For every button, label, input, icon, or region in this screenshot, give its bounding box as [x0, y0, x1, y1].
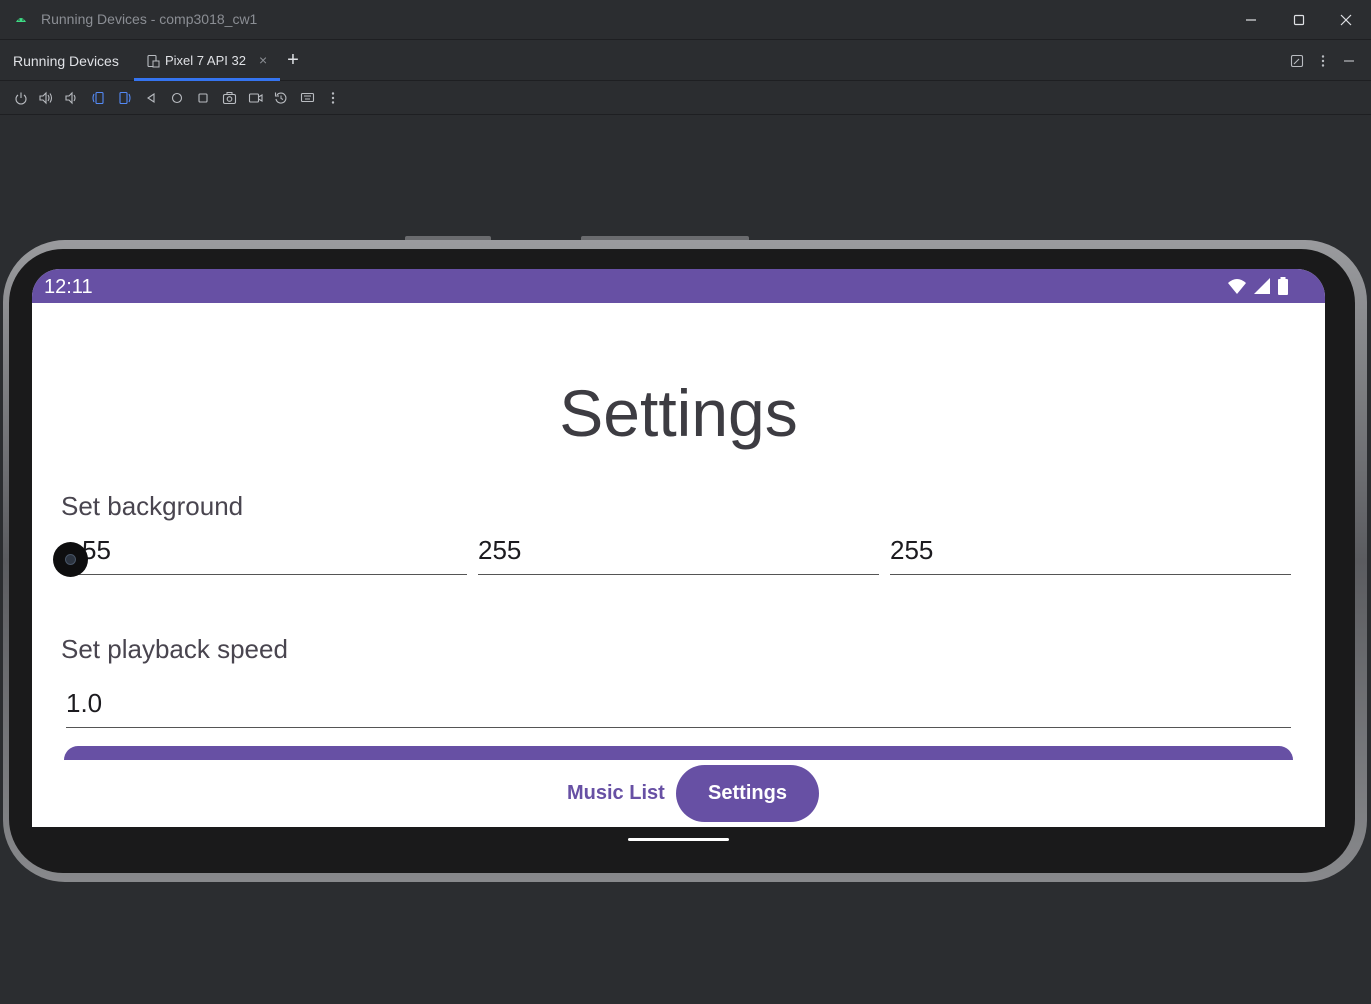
add-device-icon[interactable]: +: [284, 49, 302, 71]
overview-icon[interactable]: [195, 90, 211, 106]
battery-icon: [1278, 277, 1288, 295]
power-icon[interactable]: [13, 90, 29, 106]
close-icon: [1340, 14, 1352, 26]
status-clock: 12:11: [44, 276, 93, 298]
screenshot-icon[interactable]: [221, 90, 237, 106]
home-icon[interactable]: [169, 90, 185, 106]
nav-settings-label: Settings: [708, 782, 787, 804]
nav-settings[interactable]: Settings: [676, 765, 819, 822]
window-title: Running Devices - comp3018_cw1: [41, 11, 258, 27]
more-options-icon[interactable]: [1313, 51, 1333, 71]
reset-icon[interactable]: [273, 90, 289, 106]
status-bar: 12:11: [32, 269, 1325, 303]
page-title: Settings: [559, 376, 798, 450]
hide-panel-icon[interactable]: [1339, 51, 1359, 71]
android-studio-icon: [16, 18, 26, 22]
back-icon[interactable]: [143, 90, 159, 106]
maximize-button[interactable]: [1287, 8, 1311, 32]
camera-cutout: [53, 542, 88, 577]
blue-input[interactable]: 255: [890, 535, 1291, 575]
gesture-handle[interactable]: [628, 838, 729, 841]
device-more-icon[interactable]: [325, 90, 341, 106]
minimize-button[interactable]: [1239, 8, 1263, 32]
background-label: Set background: [61, 491, 244, 521]
tool-window-title: Running Devices: [13, 53, 119, 69]
window-title-bar: Running Devices - comp3018_cw1: [0, 0, 1371, 40]
tool-window-header: Running Devices Pixel 7 API 32 × +: [0, 41, 1371, 81]
wifi-icon: [1228, 279, 1246, 294]
rotate-right-icon[interactable]: [117, 90, 133, 106]
green-input[interactable]: 255: [478, 535, 879, 575]
signal-icon: [1254, 278, 1270, 294]
rotate-left-icon[interactable]: [90, 90, 106, 106]
volume-up-icon[interactable]: [38, 90, 54, 106]
keyboard-icon[interactable]: [299, 90, 315, 106]
tab-label: Pixel 7 API 32: [165, 53, 246, 68]
red-input[interactable]: 55: [66, 535, 467, 575]
playback-speed-input[interactable]: 1.0: [66, 688, 1291, 728]
green-input-value: 255: [478, 535, 522, 565]
playback-speed-value: 1.0: [66, 688, 103, 718]
layout-options-icon[interactable]: [1287, 51, 1307, 71]
device-toolbar: [0, 82, 1371, 115]
screen-record-icon[interactable]: [247, 90, 263, 106]
close-window-button[interactable]: [1334, 8, 1358, 32]
apply-button[interactable]: [64, 746, 1293, 760]
tab-pixel-7-api-32[interactable]: Pixel 7 API 32 ×: [134, 41, 280, 81]
maximize-icon: [1293, 14, 1305, 26]
blue-input-value: 255: [890, 535, 934, 565]
volume-down-icon[interactable]: [63, 90, 79, 106]
nav-music-list[interactable]: Music List: [567, 782, 665, 805]
playback-label: Set playback speed: [61, 634, 288, 664]
status-icons: [1227, 277, 1289, 295]
device-icon: [147, 54, 160, 68]
minimize-icon: [1246, 19, 1256, 21]
tab-close-icon[interactable]: ×: [259, 52, 267, 68]
